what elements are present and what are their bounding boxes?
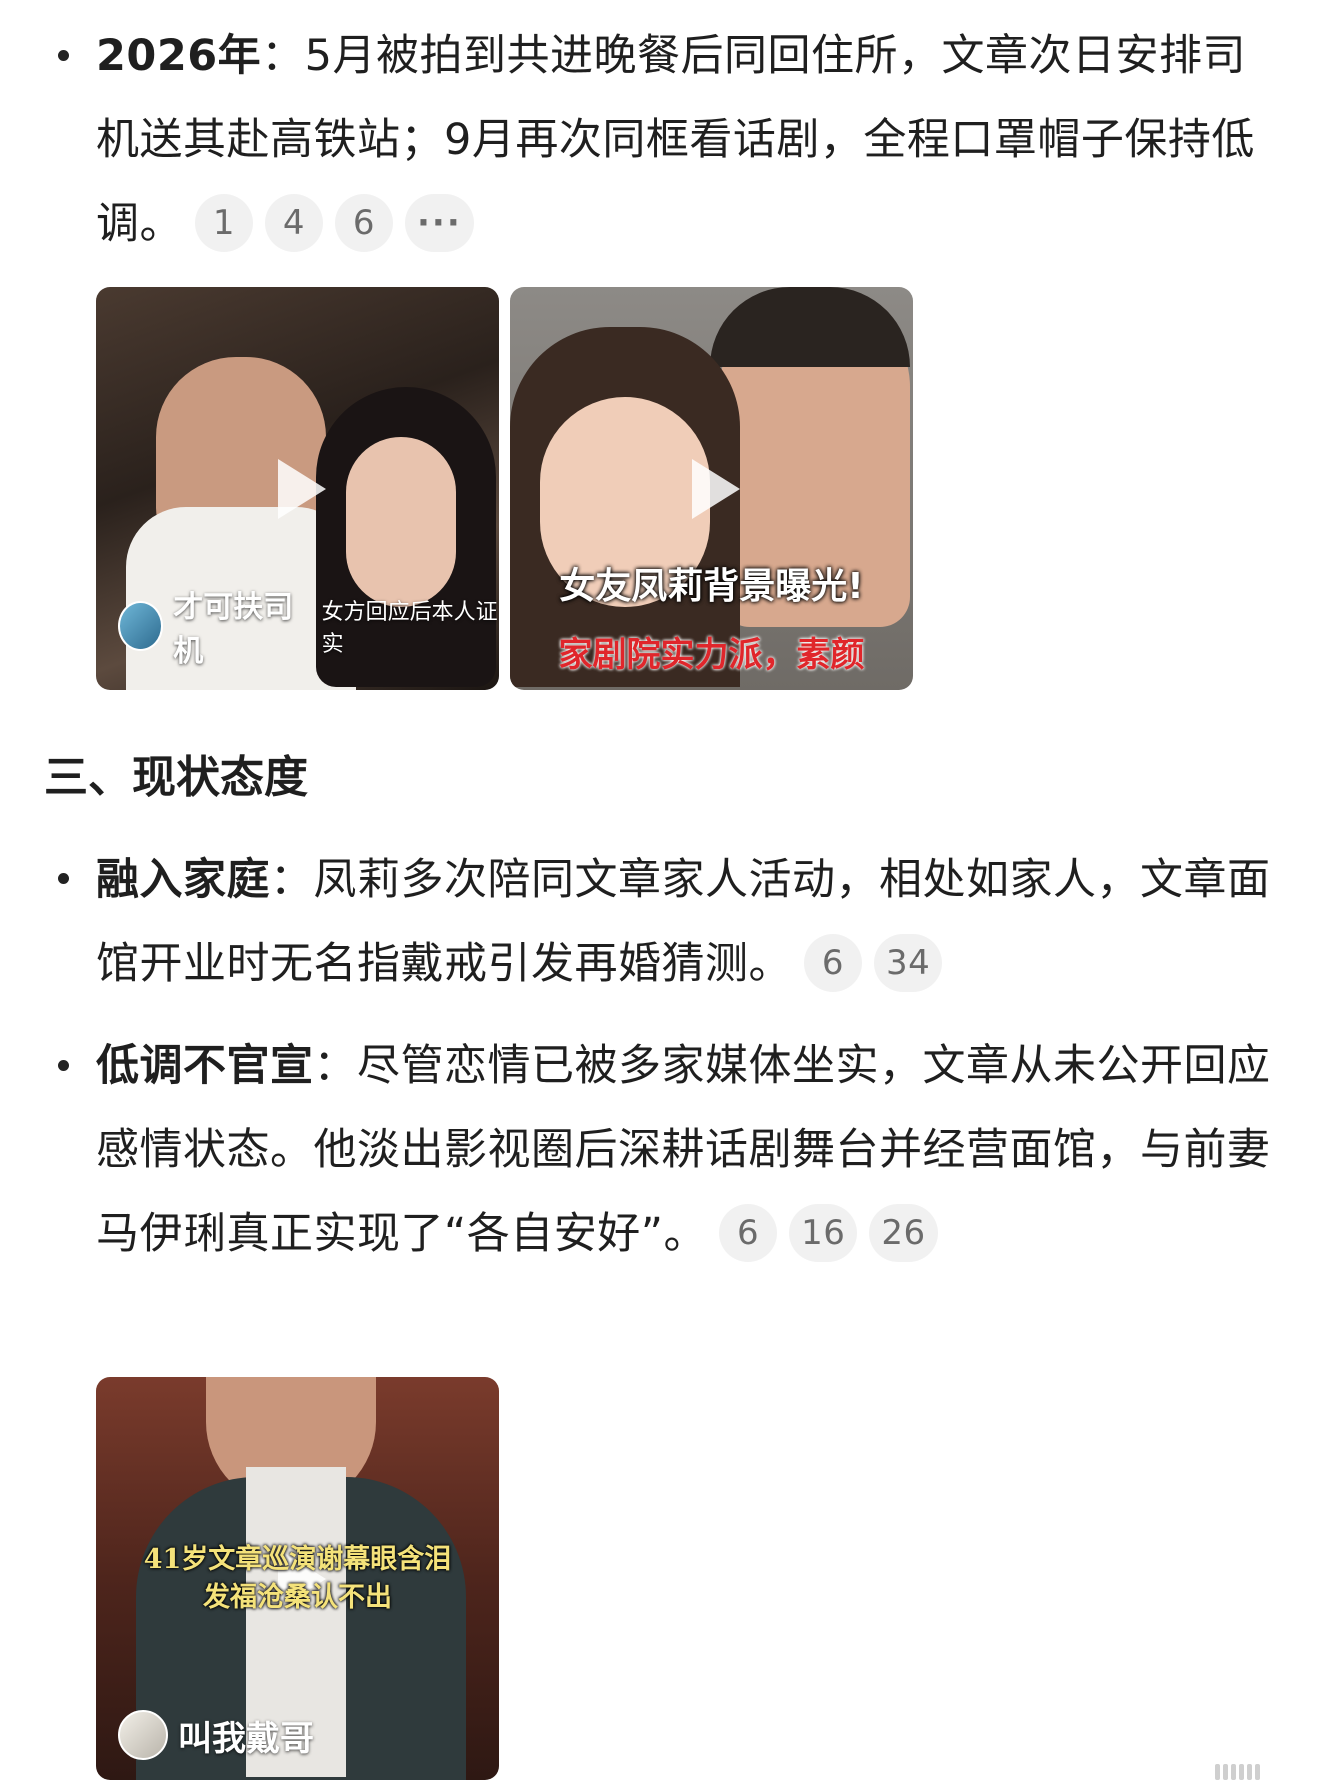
video-caption: 女方回应后本人证实 — [321, 600, 498, 657]
bullet-dot — [58, 50, 69, 61]
bullet-paragraph: 融入家庭：凤莉多次陪同文章家人活动，相处如家人，文章面馆开业时无名指戴戒引发再婚… — [96, 838, 1276, 1006]
more-citations-button[interactable]: ··· — [405, 193, 474, 252]
play-icon — [277, 458, 326, 519]
video-thumbnail-1[interactable]: 才可扶司机 女方回应后本人证实 — [96, 287, 499, 690]
video-author: 才可扶司机 女方回应后本人证实 — [118, 582, 499, 670]
bullet-paragraph: 低调不官宣：尽管恋情已被多家媒体坐实，文章从未公开回应感情状态。他淡出影视圈后深… — [96, 1024, 1276, 1276]
author-name: 叫我戴哥 — [178, 1718, 314, 1759]
citation-chip[interactable]: 34 — [874, 933, 943, 992]
citation-chip[interactable]: 6 — [804, 933, 862, 992]
video-caption-line1: 41岁文章巡演谢幕眼含泪 — [143, 1544, 452, 1575]
citation-chip[interactable]: 16 — [789, 1203, 858, 1262]
citation-chip[interactable]: 4 — [265, 193, 323, 252]
avatar — [118, 601, 164, 651]
author-name: 才可扶司机 — [173, 590, 294, 669]
bullet-heading: 低调不官宣 — [96, 1041, 314, 1091]
bullet-dot — [58, 1060, 69, 1071]
video-caption-line2: 发福沧桑认不出 — [203, 1582, 392, 1613]
video-headline: 女友凤莉背景曝光! — [559, 566, 864, 607]
video-caption: 家剧院实力派，素颜 — [558, 635, 865, 675]
citation-chip[interactable]: 26 — [869, 1203, 938, 1262]
bullet-text: ：凤莉多次陪同文章家人活动，相处如家人，文章面馆开业时无名指戴戒引发再婚猜测。 — [96, 855, 1271, 989]
video-thumbnail-3[interactable]: 41岁文章巡演谢幕眼含泪 发福沧桑认不出 叫我戴哥 — [96, 1377, 499, 1780]
citation-chip[interactable]: 6 — [719, 1203, 778, 1262]
bullet-heading: 2026年 — [96, 31, 262, 81]
hair-shape — [710, 287, 910, 367]
play-icon — [691, 458, 740, 519]
bullet-paragraph: 2026年：5月被拍到共进晚餐后同回住所，文章次日安排司机送其赴高铁站；9月再次… — [96, 14, 1276, 266]
citation-chip[interactable]: 6 — [335, 193, 393, 252]
bullet-heading: 融入家庭 — [96, 855, 270, 905]
citation-chip[interactable]: 1 — [195, 193, 253, 252]
video-thumbnail-2[interactable]: 女友凤莉背景曝光! 家剧院实力派，素颜 — [510, 287, 913, 690]
avatar — [118, 1710, 168, 1760]
scroll-indicator — [1215, 1764, 1260, 1780]
bullet-dot — [58, 873, 69, 884]
section-title: 三、现状态度 — [44, 752, 308, 803]
video-author: 叫我戴哥 — [118, 1710, 314, 1760]
